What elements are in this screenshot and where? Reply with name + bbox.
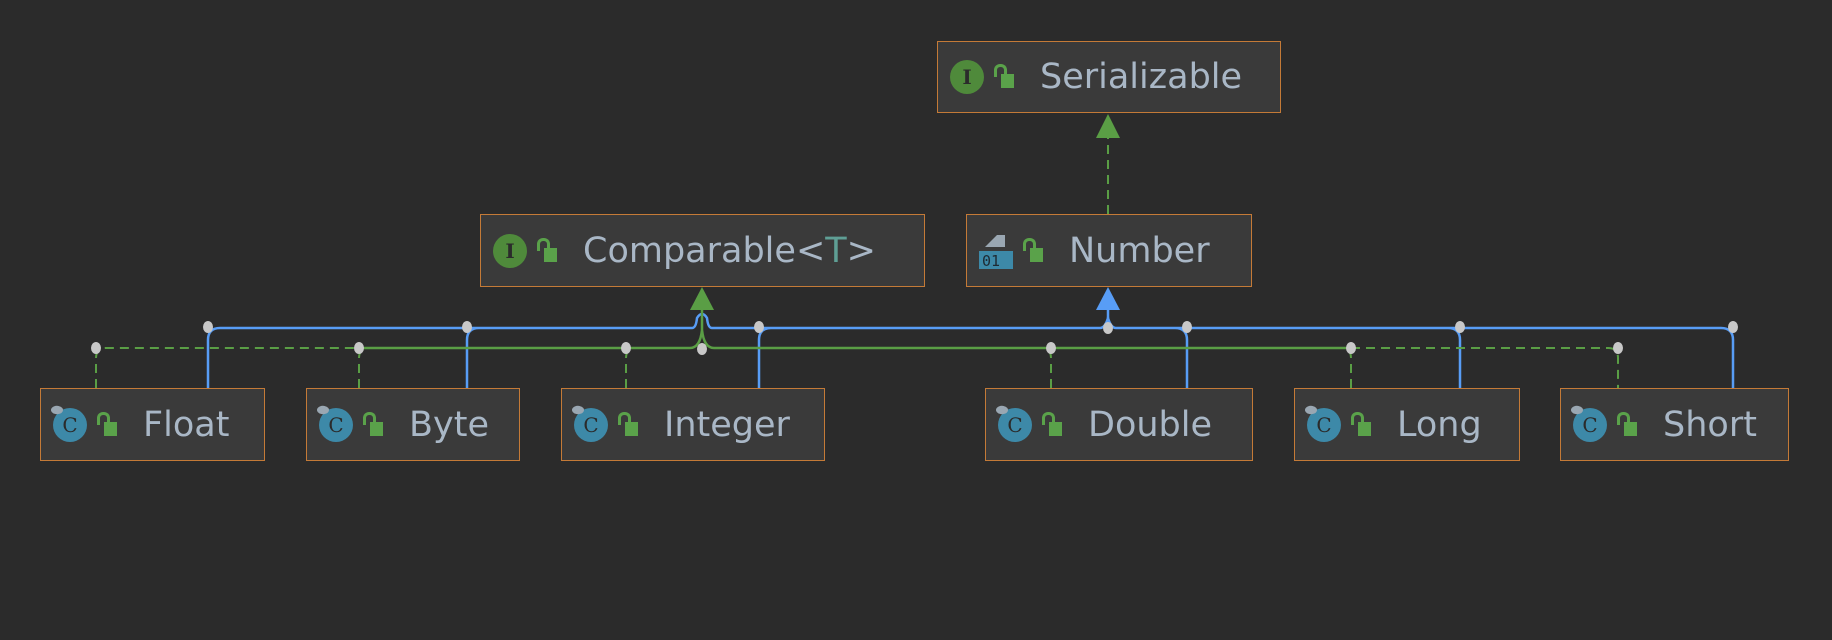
node-label: Integer — [664, 404, 790, 445]
node-label: Double — [1088, 404, 1213, 445]
dot — [697, 343, 707, 355]
dot — [1728, 321, 1738, 333]
interface-icon: I — [950, 60, 984, 94]
dot — [1455, 321, 1465, 333]
implements-bus-solid — [359, 329, 1351, 350]
dot — [462, 321, 472, 333]
node-label: Number — [1069, 230, 1210, 271]
node-label: Float — [143, 404, 230, 445]
dot — [754, 321, 764, 333]
class-icon: C — [1573, 407, 1607, 442]
public-lock-icon — [363, 410, 387, 440]
arrowhead-comparable — [690, 287, 714, 310]
node-label: Byte — [409, 404, 489, 445]
interface-icon: I — [493, 233, 527, 268]
abstract-class-icon: 01 — [979, 233, 1013, 269]
edges-layer — [91, 114, 1738, 388]
node-serializable[interactable]: I Serializable — [937, 41, 1281, 113]
public-lock-icon — [994, 62, 1018, 92]
node-integer[interactable]: C Integer — [561, 388, 825, 461]
type-bracket-open: < — [795, 230, 826, 271]
node-double[interactable]: C Double — [985, 388, 1253, 461]
implements-bus-dashed — [95, 347, 1619, 388]
public-lock-icon — [1042, 410, 1066, 440]
dot — [621, 342, 631, 354]
dot — [1613, 342, 1623, 354]
junction-dots — [91, 321, 1738, 355]
node-label: Serializable — [1040, 57, 1243, 97]
class-name: Comparable — [583, 230, 796, 271]
class-icon: C — [53, 407, 87, 442]
public-lock-icon — [618, 410, 642, 440]
node-number[interactable]: 01 Number — [966, 214, 1252, 287]
dot — [1346, 342, 1356, 354]
node-label: Short — [1663, 404, 1757, 445]
dot — [1046, 342, 1056, 354]
type-parameter: T — [825, 230, 847, 271]
dot — [91, 342, 101, 354]
node-float[interactable]: C Float — [40, 388, 265, 461]
abstract-class-glyph: 01 — [979, 234, 1013, 269]
public-lock-icon — [1617, 410, 1641, 440]
public-lock-icon — [97, 410, 121, 440]
dot — [1103, 322, 1113, 334]
dot — [1182, 321, 1192, 333]
type-bracket-close: > — [846, 230, 876, 271]
class-icon: C — [1307, 407, 1341, 442]
public-lock-icon — [537, 236, 561, 266]
icon-text: 01 — [982, 252, 1000, 269]
node-long[interactable]: C Long — [1294, 388, 1520, 461]
extends-bus — [206, 312, 1735, 388]
arrowhead-number — [1096, 287, 1120, 310]
dot — [354, 342, 364, 354]
node-label: Comparable<T> — [583, 231, 876, 271]
node-short[interactable]: C Short — [1560, 388, 1789, 461]
dot — [203, 321, 213, 333]
node-byte[interactable]: C Byte — [306, 388, 520, 461]
public-lock-icon — [1351, 410, 1375, 440]
arrowhead-serializable — [1096, 114, 1120, 138]
public-lock-icon — [1023, 236, 1047, 266]
class-icon: C — [574, 407, 608, 442]
class-icon: C — [998, 407, 1032, 442]
class-icon: C — [319, 407, 353, 442]
node-label: Long — [1397, 404, 1482, 445]
node-comparable[interactable]: I Comparable<T> — [480, 214, 925, 287]
